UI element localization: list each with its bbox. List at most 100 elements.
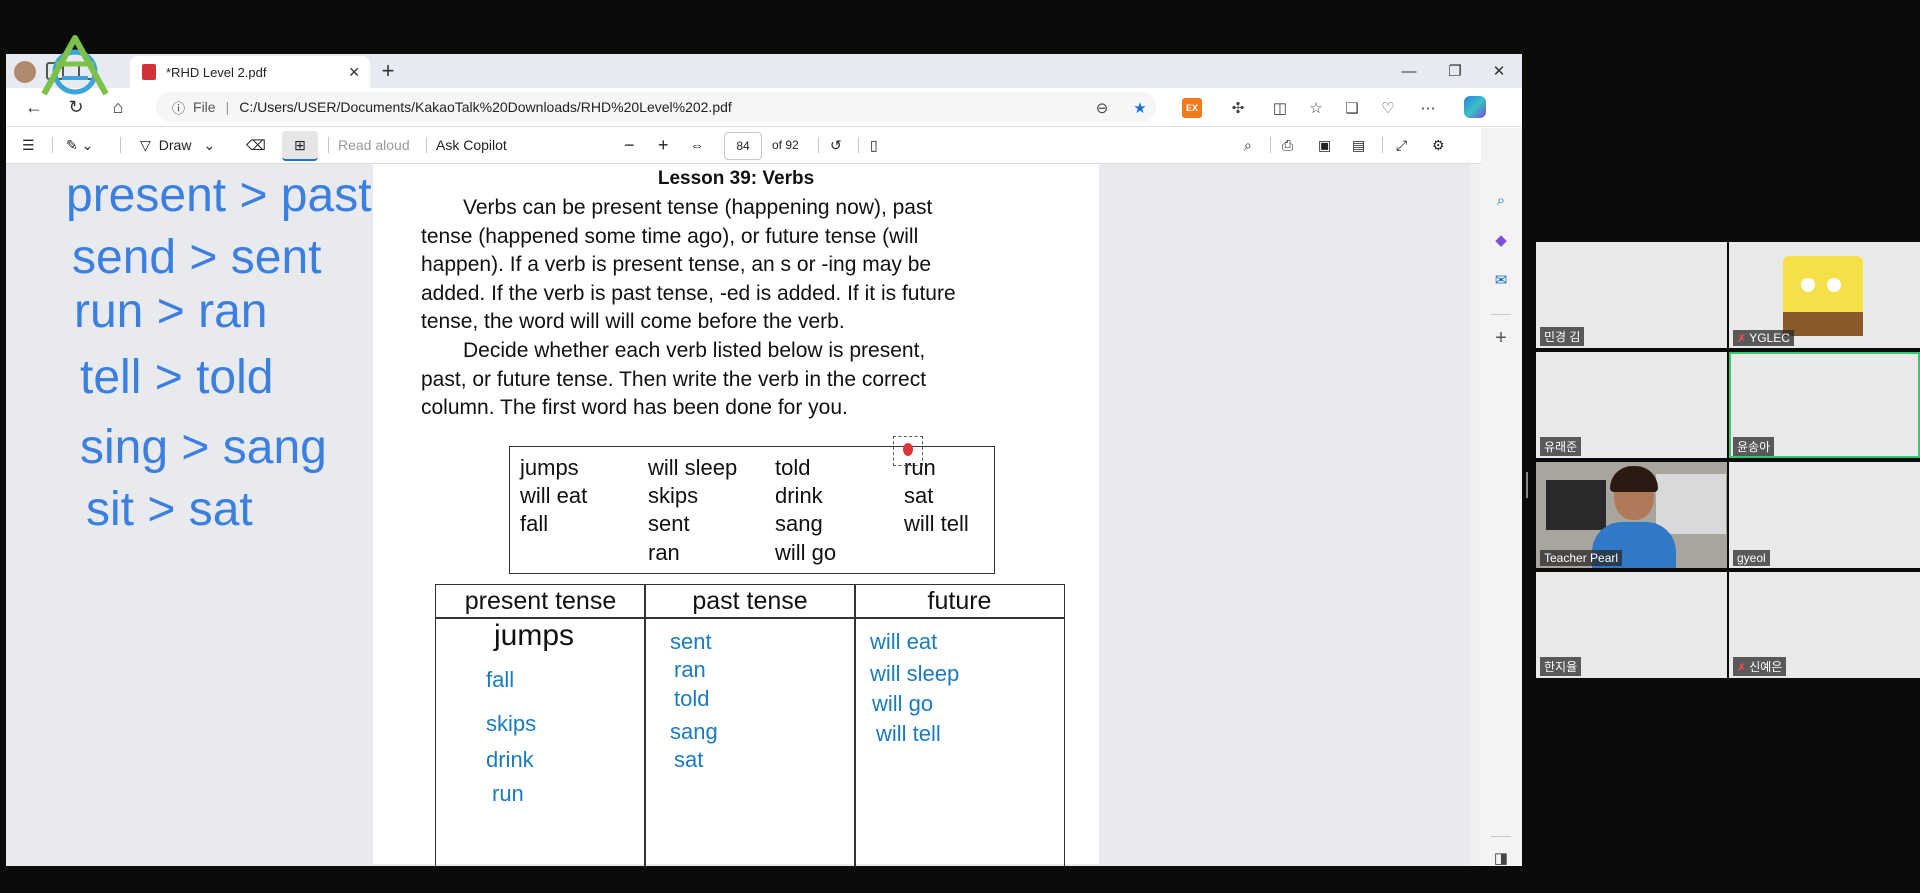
participant-tile[interactable]: ✗ 신예은 <box>1729 572 1920 678</box>
address-separator: | <box>225 99 230 115</box>
participant-tile[interactable]: 한지율 <box>1536 572 1727 678</box>
sidebar-add-icon[interactable]: + <box>1489 326 1513 350</box>
tab-pdf[interactable]: *RHD Level 2.pdf ✕ <box>130 56 370 88</box>
participant-tile[interactable]: gyeol <box>1729 462 1920 568</box>
pdf-page: Lesson 39: Verbs Verbs can be present te… <box>373 164 1099 866</box>
sidebar-copilot-icon[interactable]: ◆ <box>1489 228 1513 252</box>
handwritten-answer: will eat <box>870 629 938 654</box>
site-info-icon[interactable]: ⓘ <box>172 98 185 117</box>
zoom-in-button[interactable]: + <box>658 127 669 163</box>
contents-list-icon[interactable]: ☰ <box>22 127 35 163</box>
word: drink <box>775 483 823 508</box>
tab-title: *RHD Level 2.pdf <box>166 64 267 80</box>
mic-muted-icon: ✗ <box>1737 662 1747 674</box>
printed-example-word: jumps <box>494 619 575 652</box>
browser-essentials-icon[interactable]: ♡ <box>1378 98 1398 118</box>
highlight-icon[interactable]: ✎ ⌄ <box>66 127 93 163</box>
draw-icon: ▽ <box>140 136 151 153</box>
column-header-past: past tense <box>692 587 808 615</box>
copilot-icon[interactable] <box>1464 96 1486 118</box>
toolbar-divider <box>1382 137 1383 153</box>
favorite-star-icon[interactable]: ★ <box>1130 98 1150 118</box>
avatar <box>1783 256 1863 336</box>
participant-tile-active[interactable]: 윤송아 <box>1729 352 1920 458</box>
participant-tile-video[interactable]: Teacher Pearl <box>1536 462 1727 568</box>
sidebar-divider <box>1491 836 1511 837</box>
word: will eat <box>520 483 588 508</box>
annotation-line: sit > sat <box>86 483 253 536</box>
extensions-puzzle-icon[interactable]: ✣ <box>1228 98 1248 118</box>
teacher-hair <box>1610 466 1658 492</box>
handwritten-answer: will go <box>872 691 934 716</box>
save-as-icon[interactable]: ▤ <box>1352 127 1365 163</box>
read-aloud-button[interactable]: Read aloud <box>338 127 410 163</box>
eraser-icon[interactable]: ⌫ <box>246 127 266 163</box>
handwritten-answer: will tell <box>876 721 941 746</box>
fit-width-icon[interactable]: ⇔ <box>690 127 704 163</box>
participant-name: 유래준 <box>1540 437 1582 456</box>
toolbar-divider <box>818 137 819 153</box>
split-screen-icon[interactable]: ◫ <box>1270 98 1290 118</box>
instruction-paragraph: Verbs can be present tense (happening no… <box>421 194 1061 423</box>
table-column-rule <box>854 585 856 866</box>
close-window-button[interactable]: ✕ <box>1476 54 1522 88</box>
sidebar-search-icon[interactable]: ⌕ <box>1489 188 1513 212</box>
participant-name: ✗ 신예은 <box>1733 657 1787 676</box>
page-view-icon[interactable]: ▯ <box>870 127 878 163</box>
rotate-icon[interactable]: ↺ <box>830 127 842 163</box>
edge-sidebar: ⌕ ◆ ✉ + ◨ ⚙ <box>1481 128 1522 866</box>
participant-tile[interactable]: ✗ YGLEC <box>1729 242 1920 348</box>
page-total: of 92 <box>772 138 799 152</box>
annotation-line: run > ran <box>74 285 268 338</box>
draw-button[interactable]: ▽ Draw ⌄ <box>140 127 215 163</box>
text-box-icon[interactable]: ⊞ <box>282 131 318 161</box>
chevron-down-icon: ⌄ <box>203 136 216 153</box>
page-number-input[interactable]: 84 <box>724 132 762 160</box>
word: fall <box>520 511 549 536</box>
save-icon[interactable]: ▣ <box>1318 127 1331 163</box>
outlook-icon[interactable]: ✉ <box>1489 268 1513 292</box>
favorites-icon[interactable]: ☆ <box>1306 98 1326 118</box>
browser-window: *RHD Level 2.pdf ✕ + — ❐ ✕ ← ↻ ⌂ ⓘ File … <box>6 54 1522 866</box>
column-header-future: future <box>927 587 992 615</box>
toolbar-divider <box>328 137 329 153</box>
hide-sidebar-icon[interactable]: ◨ <box>1489 846 1513 866</box>
zoom-icon[interactable]: ⊖ <box>1092 98 1112 118</box>
new-tab-button[interactable]: + <box>376 60 400 84</box>
tab-close-button[interactable]: ✕ <box>348 64 360 81</box>
toolbar-divider <box>1270 137 1271 153</box>
url-text: C:/Users/USER/Documents/KakaoTalk%20Down… <box>239 99 732 115</box>
restore-button[interactable]: ❐ <box>1432 54 1478 88</box>
panel-resize-handle[interactable] <box>1526 472 1528 498</box>
word: will go <box>775 540 837 565</box>
toolbar-divider <box>858 137 859 153</box>
text-line: Verbs can be present tense (happening no… <box>463 196 933 219</box>
address-field[interactable]: ⓘ File | C:/Users/USER/Documents/KakaoTa… <box>156 92 1156 122</box>
tab-bar: *RHD Level 2.pdf ✕ + — ❐ ✕ <box>6 54 1522 88</box>
participant-name: 민경 김 <box>1540 327 1585 346</box>
search-icon[interactable]: ⌕ <box>1244 127 1252 163</box>
word: sat <box>904 483 934 508</box>
word: ran <box>648 540 680 565</box>
minimize-button[interactable]: — <box>1386 54 1432 88</box>
participant-tile[interactable]: 민경 김 <box>1536 242 1727 348</box>
handwritten-answer: drink <box>486 747 534 772</box>
print-icon[interactable]: ⎙ <box>1282 127 1293 163</box>
toolbar-divider <box>426 137 427 153</box>
academy-logo-icon <box>41 35 109 96</box>
profile-avatar[interactable] <box>14 61 36 83</box>
handwritten-answer: told <box>674 686 710 711</box>
more-menu-icon[interactable]: ⋯ <box>1418 98 1438 118</box>
participant-name: 한지율 <box>1540 657 1582 676</box>
participant-tile[interactable]: 유래준 <box>1536 352 1727 458</box>
pen-cursor-icon <box>903 443 913 456</box>
collections-icon[interactable]: ❏ <box>1342 98 1362 118</box>
zoom-out-button[interactable]: − <box>624 127 635 163</box>
ask-copilot-button[interactable]: Ask Copilot <box>436 127 507 163</box>
answer-table: present tense past tense future jumps fa… <box>435 584 1065 866</box>
extension-icon[interactable]: EX <box>1182 98 1202 118</box>
fullscreen-icon[interactable]: ⤢ <box>1396 127 1407 163</box>
settings-gear-icon[interactable]: ⚙ <box>1432 127 1445 163</box>
participant-name: 윤송아 <box>1733 437 1775 456</box>
vertical-scrollbar[interactable] <box>1470 164 1479 866</box>
